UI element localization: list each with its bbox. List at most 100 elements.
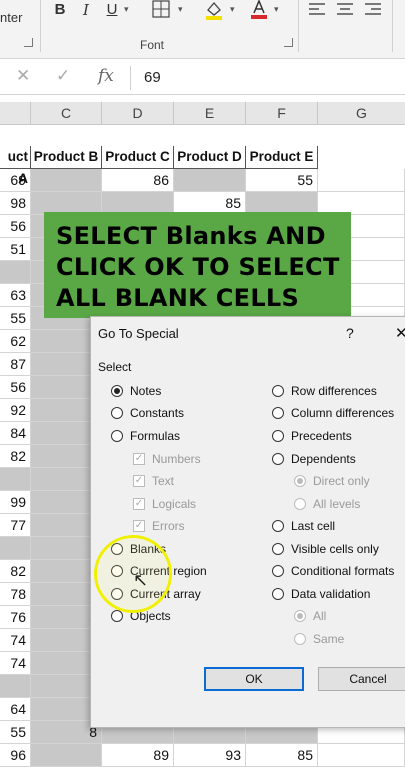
- grid-cell[interactable]: 96: [0, 744, 31, 767]
- option-label[interactable]: Conditional formats: [291, 564, 394, 578]
- option-radio[interactable]: [111, 407, 123, 419]
- borders-dropdown-icon[interactable]: ▾: [178, 4, 183, 15]
- column-header-e[interactable]: E: [174, 102, 246, 125]
- header-cell[interactable]: Product E: [246, 146, 318, 169]
- option-radio[interactable]: [272, 407, 284, 419]
- underline-button[interactable]: U: [104, 0, 120, 22]
- grid-cell[interactable]: [0, 468, 31, 491]
- header-cell[interactable]: Product D: [174, 146, 246, 169]
- option-label[interactable]: Last cell: [291, 519, 335, 533]
- column-header-f[interactable]: F: [246, 102, 318, 125]
- column-header-d[interactable]: D: [102, 102, 174, 125]
- grid-cell[interactable]: 51: [0, 238, 31, 261]
- cancel-button[interactable]: Cancel: [318, 667, 405, 691]
- grid-cell[interactable]: 56: [0, 215, 31, 238]
- grid-cell[interactable]: [0, 675, 31, 698]
- align-right-icon[interactable]: [364, 2, 382, 21]
- align-center-icon[interactable]: [336, 2, 354, 21]
- option-label[interactable]: Data validation: [291, 587, 370, 601]
- option-radio[interactable]: [111, 610, 123, 622]
- banner-line: ALL BLANK CELLS: [56, 284, 300, 312]
- grid-cell[interactable]: [31, 169, 102, 192]
- grid-cell[interactable]: 99: [0, 491, 31, 514]
- option-radio[interactable]: [272, 385, 284, 397]
- formula-input[interactable]: 69: [144, 69, 161, 86]
- header-cell[interactable]: uct A: [0, 146, 31, 186]
- grid-cell[interactable]: 84: [0, 422, 31, 445]
- option-radio[interactable]: [111, 385, 123, 397]
- grid-cell[interactable]: [318, 744, 405, 767]
- grid-cell[interactable]: 74: [0, 629, 31, 652]
- grid-cell[interactable]: 93: [174, 744, 246, 767]
- option-label[interactable]: Column differences: [291, 406, 394, 420]
- grid-cell[interactable]: 69: [0, 169, 31, 192]
- grid-cell[interactable]: 55: [246, 169, 318, 192]
- cancel-entry-icon[interactable]: ✕: [16, 66, 30, 86]
- grid-cell[interactable]: 85: [246, 744, 318, 767]
- option-radio[interactable]: [272, 588, 284, 600]
- grid-cell[interactable]: 78: [0, 583, 31, 606]
- option-radio[interactable]: [272, 453, 284, 465]
- column-header-partial[interactable]: [0, 102, 31, 125]
- grid-cell[interactable]: [0, 537, 31, 560]
- header-cell[interactable]: Product C: [102, 146, 174, 169]
- grid-cell[interactable]: 64: [0, 698, 31, 721]
- grid-cell[interactable]: 98: [0, 192, 31, 215]
- grid-cell[interactable]: 55: [0, 307, 31, 330]
- grid-cell[interactable]: 74: [0, 652, 31, 675]
- underline-dropdown-icon[interactable]: ▾: [124, 4, 129, 15]
- option-label[interactable]: Dependents: [291, 452, 356, 466]
- option-radio[interactable]: [272, 543, 284, 555]
- option-label[interactable]: Formulas: [130, 429, 180, 443]
- grid-cell[interactable]: 87: [0, 353, 31, 376]
- grid-cell[interactable]: [0, 261, 31, 284]
- grid-cell[interactable]: 89: [102, 744, 174, 767]
- grid-cell[interactable]: [31, 744, 102, 767]
- close-icon[interactable]: ✕: [395, 324, 405, 342]
- borders-icon[interactable]: [152, 0, 170, 18]
- option-label: Errors: [152, 519, 185, 533]
- wrap-text-label: nter: [0, 10, 23, 25]
- grid-cell[interactable]: [318, 169, 405, 192]
- option-label[interactable]: Constants: [130, 406, 184, 420]
- option-label[interactable]: Precedents: [291, 429, 352, 443]
- alignment-launcher-icon[interactable]: [24, 38, 33, 47]
- column-header-g[interactable]: G: [318, 102, 405, 125]
- font-color-icon[interactable]: [250, 0, 268, 20]
- header-cell[interactable]: Product B: [31, 146, 102, 169]
- bold-button[interactable]: B: [52, 0, 68, 22]
- option-label[interactable]: Visible cells only: [291, 542, 379, 556]
- grid-cell[interactable]: 55: [0, 721, 31, 744]
- option-label[interactable]: Row differences: [291, 384, 377, 398]
- grid-cell[interactable]: 86: [102, 169, 174, 192]
- option-radio[interactable]: [272, 430, 284, 442]
- grid-cell[interactable]: 62: [0, 330, 31, 353]
- fill-color-dropdown-icon[interactable]: ▾: [230, 4, 235, 15]
- font-color-dropdown-icon[interactable]: ▾: [274, 4, 279, 15]
- banner-line: SELECT Blanks AND: [56, 222, 326, 250]
- option-label: Direct only: [313, 474, 370, 488]
- insert-function-icon[interactable]: fx: [98, 66, 114, 86]
- ok-button[interactable]: OK: [204, 667, 304, 691]
- column-header-c[interactable]: C: [31, 102, 102, 125]
- grid-cell[interactable]: 63: [0, 284, 31, 307]
- option-checkbox: ✓: [133, 475, 145, 487]
- grid-cell[interactable]: [174, 169, 246, 192]
- grid-cell[interactable]: 76: [0, 606, 31, 629]
- grid-cell[interactable]: 82: [0, 445, 31, 468]
- grid-cell[interactable]: 56: [0, 376, 31, 399]
- confirm-entry-icon[interactable]: ✓: [56, 66, 70, 86]
- grid-cell[interactable]: 77: [0, 514, 31, 537]
- option-checkbox: ✓: [133, 520, 145, 532]
- grid-cell[interactable]: 92: [0, 399, 31, 422]
- help-button[interactable]: ?: [346, 325, 354, 341]
- align-left-icon[interactable]: [308, 2, 326, 21]
- grid-cell[interactable]: 82: [0, 560, 31, 583]
- italic-button[interactable]: I: [78, 0, 94, 22]
- option-radio[interactable]: [272, 520, 284, 532]
- fill-color-icon[interactable]: [204, 0, 224, 20]
- option-radio[interactable]: [272, 565, 284, 577]
- option-label[interactable]: Notes: [130, 384, 161, 398]
- font-launcher-icon[interactable]: [284, 38, 293, 47]
- option-radio[interactable]: [111, 430, 123, 442]
